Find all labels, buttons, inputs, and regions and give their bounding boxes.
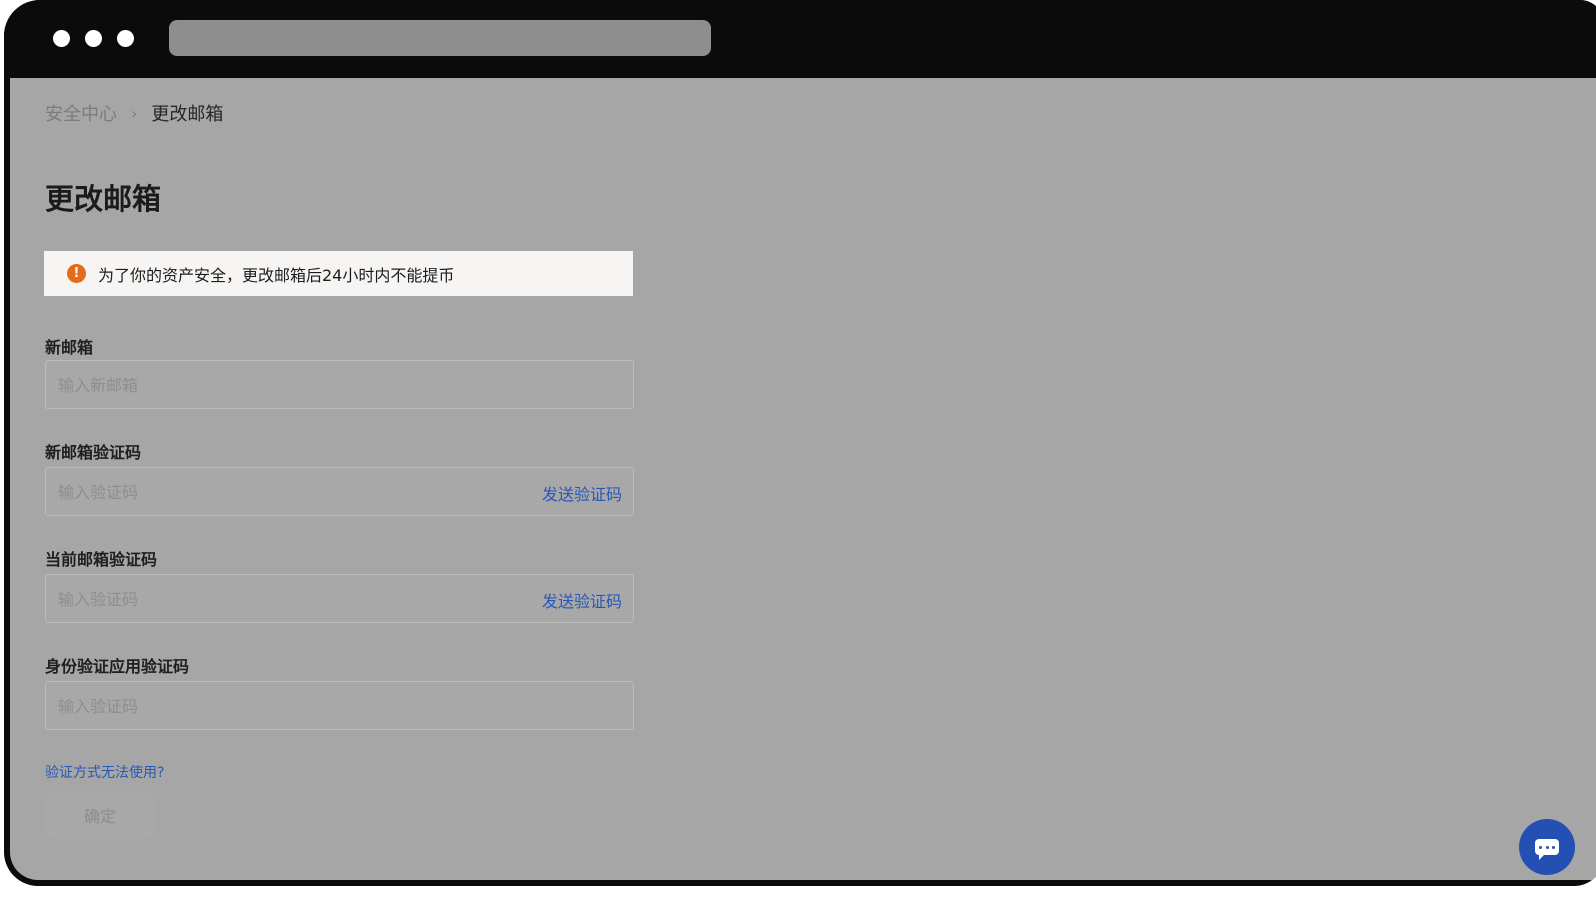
breadcrumb-current: 更改邮箱	[151, 104, 224, 125]
new-email-label: 新邮箱	[45, 338, 94, 357]
authenticator-code-label: 身份验证应用验证码	[45, 657, 190, 676]
authenticator-code-input[interactable]	[56, 682, 490, 731]
address-bar[interactable]	[169, 20, 711, 56]
send-current-email-code-button[interactable]: 发送验证码	[542, 588, 622, 612]
confirm-button[interactable]: 确定	[45, 792, 155, 838]
window-close-dot[interactable]	[53, 30, 70, 47]
breadcrumb-security-center[interactable]: 安全中心	[45, 100, 117, 126]
browser-titlebar	[4, 0, 1596, 78]
breadcrumb: 安全中心 › 更改邮箱	[45, 100, 223, 126]
new-email-field	[45, 360, 634, 410]
window-maximize-dot[interactable]	[117, 30, 134, 47]
current-email-code-label: 当前邮箱验证码	[45, 550, 158, 569]
chevron-right-icon: ›	[131, 103, 138, 123]
warning-icon: !	[67, 264, 86, 283]
new-email-input[interactable]	[56, 361, 490, 410]
current-email-code-input[interactable]	[56, 575, 490, 624]
browser-window: 安全中心 › 更改邮箱 更改邮箱 ! 为了你的资产安全，更改邮箱后24小时内不能…	[4, 0, 1596, 886]
current-email-code-field: 发送验证码	[45, 574, 634, 624]
new-email-code-input[interactable]	[56, 468, 490, 517]
new-email-code-field: 发送验证码	[45, 467, 634, 517]
chat-icon	[1535, 839, 1559, 860]
warning-notice: ! 为了你的资产安全，更改邮箱后24小时内不能提币	[44, 251, 633, 296]
new-email-code-label: 新邮箱验证码	[45, 443, 142, 462]
window-minimize-dot[interactable]	[85, 30, 102, 47]
authenticator-code-field	[45, 681, 634, 731]
page-title: 更改邮箱	[45, 182, 162, 216]
verification-unavailable-link[interactable]: 验证方式无法使用?	[45, 762, 164, 782]
warning-notice-text: 为了你的资产安全，更改邮箱后24小时内不能提币	[98, 265, 455, 285]
chat-support-button[interactable]	[1519, 819, 1575, 875]
page-content: 安全中心 › 更改邮箱 更改邮箱 ! 为了你的资产安全，更改邮箱后24小时内不能…	[10, 78, 1596, 880]
send-new-email-code-button[interactable]: 发送验证码	[542, 481, 622, 505]
